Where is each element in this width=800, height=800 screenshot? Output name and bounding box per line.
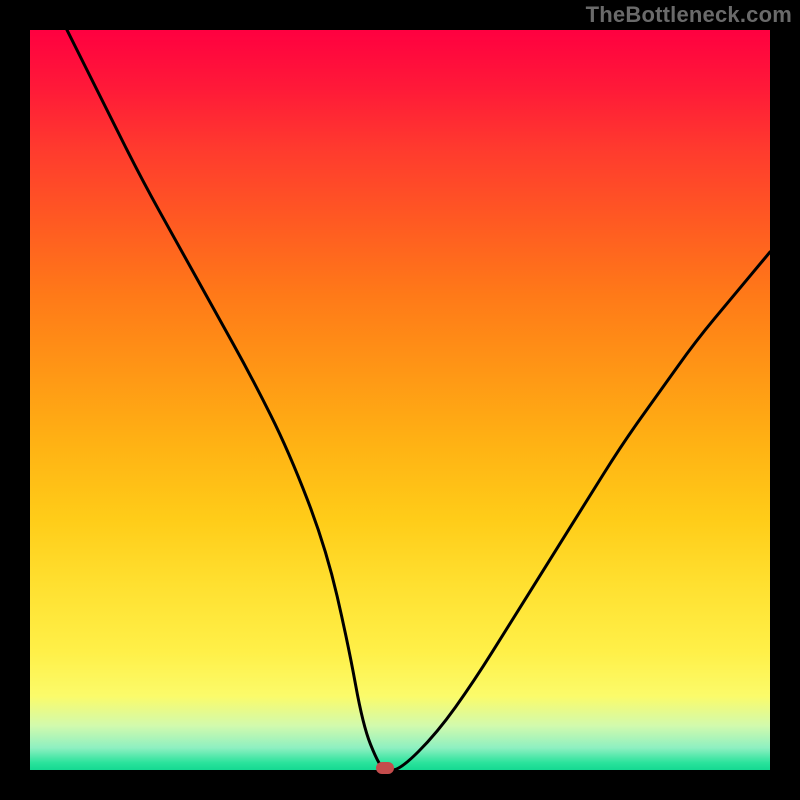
target-marker	[376, 762, 394, 774]
chart-area	[30, 30, 770, 770]
brand-label: TheBottleneck.com	[586, 2, 792, 28]
chart-svg	[30, 30, 770, 770]
bottleneck-curve	[30, 30, 770, 770]
